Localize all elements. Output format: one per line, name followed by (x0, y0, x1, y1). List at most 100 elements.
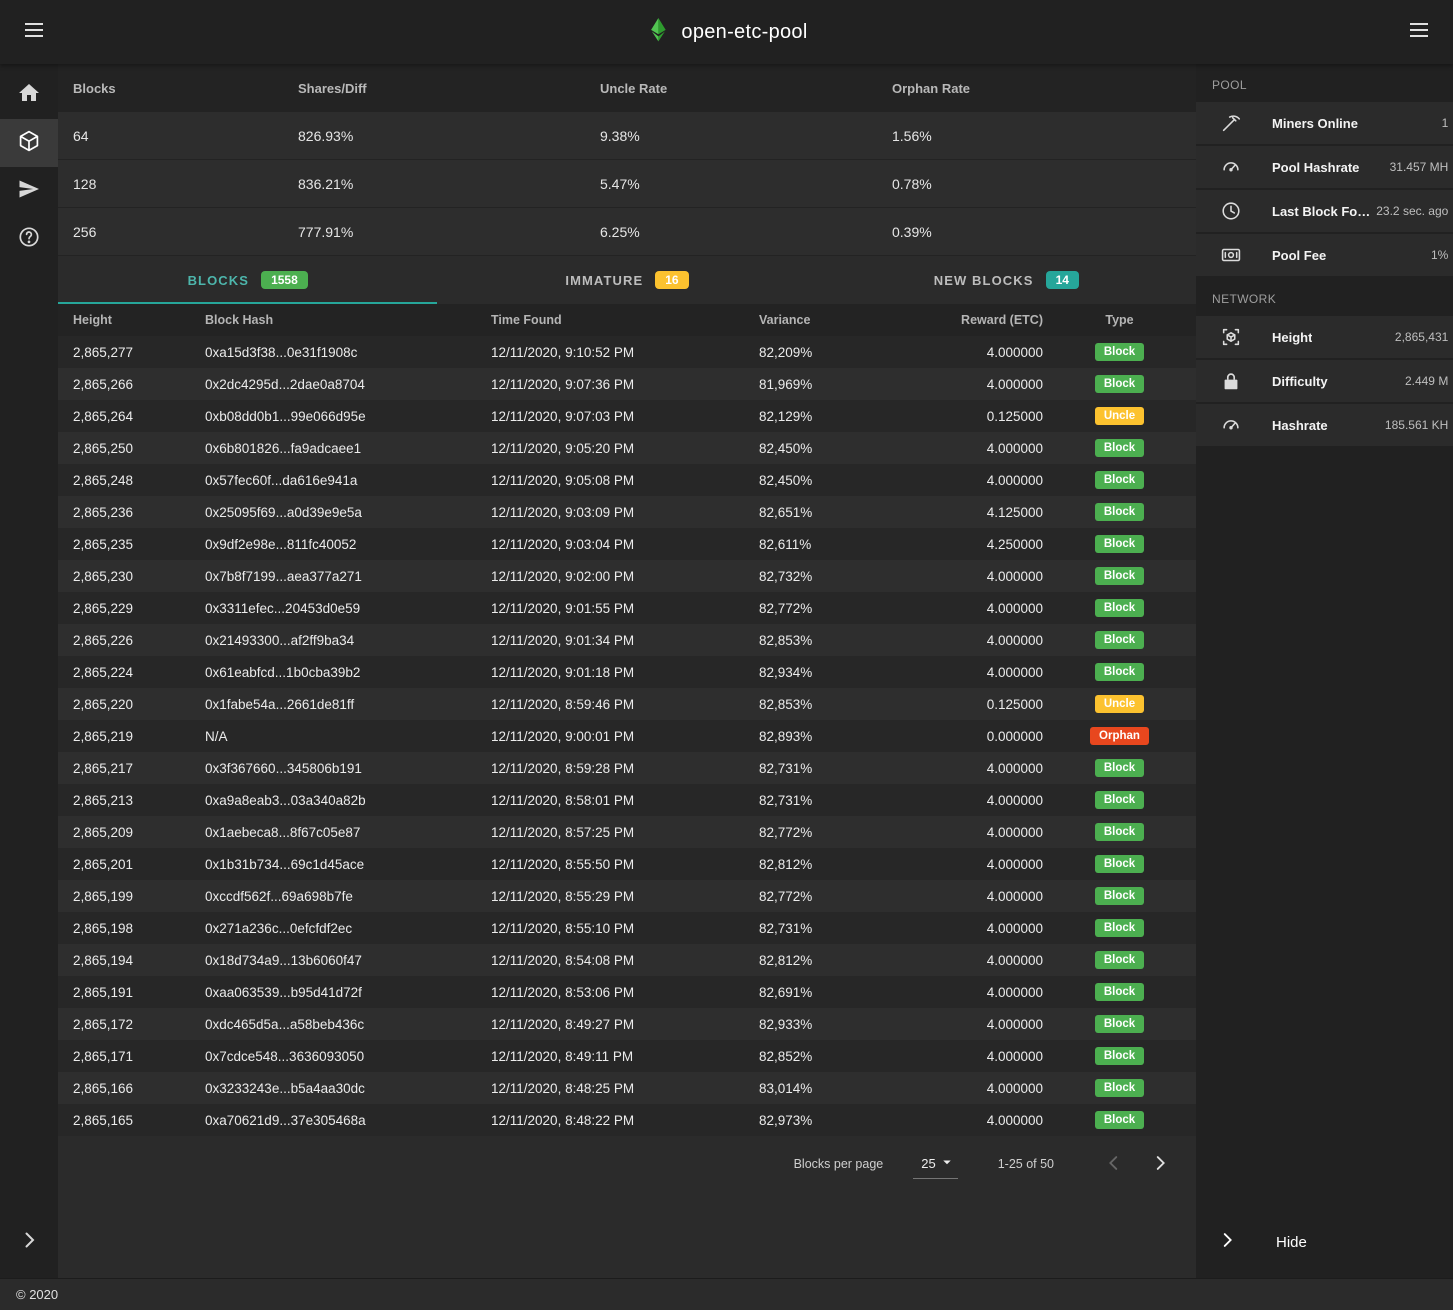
block-height-cell: 2,865,224 (73, 665, 205, 680)
block-hash-cell[interactable]: 0xdc465d5a...a58beb436c (205, 1017, 491, 1032)
block-height-cell: 2,865,250 (73, 441, 205, 456)
block-row[interactable]: 2,865,198 0x271a236c...0efcfdf2ec 12/11/… (58, 912, 1196, 944)
block-hash-cell[interactable]: 0xb08dd0b1...99e066d95e (205, 409, 491, 424)
time-found-cell: 12/11/2020, 8:55:10 PM (491, 921, 759, 936)
col-reward: Reward (ETC) (919, 313, 1043, 327)
block-row[interactable]: 2,865,201 0x1b31b734...69c1d45ace 12/11/… (58, 848, 1196, 880)
block-hash-cell[interactable]: 0x25095f69...a0d39e9e5a (205, 505, 491, 520)
block-row[interactable]: 2,865,248 0x57fec60f...da616e941a 12/11/… (58, 464, 1196, 496)
nav-expand-button[interactable] (0, 1218, 58, 1266)
tab-blocks[interactable]: BLOCKS 1558 (58, 256, 437, 304)
block-hash-cell[interactable]: 0x57fec60f...da616e941a (205, 473, 491, 488)
menu-button-right[interactable] (1399, 12, 1439, 52)
block-hash-cell[interactable]: 0x2dc4295d...2dae0a8704 (205, 377, 491, 392)
block-row[interactable]: 2,865,171 0x7cdce548...3636093050 12/11/… (58, 1040, 1196, 1072)
reward-cell: 4.125000 (919, 505, 1043, 520)
stat-network-difficulty: Difficulty 2.449 M (1196, 360, 1453, 404)
menu-button-left[interactable] (14, 12, 54, 52)
blocks-count-badge: 1558 (261, 271, 308, 289)
block-hash-cell[interactable]: 0x1aebeca8...8f67c05e87 (205, 825, 491, 840)
block-hash-cell[interactable]: 0x3233243e...b5a4aa30dc (205, 1081, 491, 1096)
block-row[interactable]: 2,865,166 0x3233243e...b5a4aa30dc 12/11/… (58, 1072, 1196, 1104)
stat-value: 1 (1436, 116, 1449, 130)
variance-cell: 82,129% (759, 409, 919, 424)
block-hash-cell[interactable]: 0x1fabe54a...2661de81ff (205, 697, 491, 712)
nav-blocks[interactable] (0, 119, 58, 167)
block-row[interactable]: 2,865,199 0xccdf562f...69a698b7fe 12/11/… (58, 880, 1196, 912)
type-cell: Block (1043, 599, 1196, 617)
block-hash-cell[interactable]: 0x3f367660...345806b191 (205, 761, 491, 776)
nav-home[interactable] (0, 71, 58, 119)
reward-cell: 4.000000 (919, 633, 1043, 648)
block-row[interactable]: 2,865,264 0xb08dd0b1...99e066d95e 12/11/… (58, 400, 1196, 432)
next-page-button[interactable] (1142, 1146, 1178, 1182)
tab-immature[interactable]: IMMATURE 16 (437, 256, 816, 304)
tab-immature-label: IMMATURE (565, 273, 643, 288)
luck-stats-row: 256 777.91% 6.25% 0.39% (58, 208, 1196, 256)
block-row[interactable]: 2,865,229 0x3311efec...20453d0e59 12/11/… (58, 592, 1196, 624)
block-hash-cell[interactable]: 0x21493300...af2ff9ba34 (205, 633, 491, 648)
reward-cell: 4.000000 (919, 921, 1043, 936)
type-cell: Block (1043, 1015, 1196, 1033)
type-cell: Block (1043, 631, 1196, 649)
block-hash-cell[interactable]: 0xa15d3f38...0e31f1908c (205, 345, 491, 360)
block-row[interactable]: 2,865,220 0x1fabe54a...2661de81ff 12/11/… (58, 688, 1196, 720)
stat-label: Pool Fee (1272, 248, 1326, 263)
block-hash-cell[interactable]: 0x6b801826...fa9adcaee1 (205, 441, 491, 456)
block-row[interactable]: 2,865,266 0x2dc4295d...2dae0a8704 12/11/… (58, 368, 1196, 400)
block-row[interactable]: 2,865,194 0x18d734a9...13b6060f47 12/11/… (58, 944, 1196, 976)
type-cell: Block (1043, 855, 1196, 873)
block-row[interactable]: 2,865,226 0x21493300...af2ff9ba34 12/11/… (58, 624, 1196, 656)
block-hash-cell[interactable]: 0xa9a8eab3...03a340a82b (205, 793, 491, 808)
block-hash-cell[interactable]: 0xa70621d9...37e305468a (205, 1113, 491, 1128)
nav-help[interactable] (0, 215, 58, 263)
variance-cell: 82,934% (759, 665, 919, 680)
block-row[interactable]: 2,865,230 0x7b8f7199...aea377a271 12/11/… (58, 560, 1196, 592)
prev-page-button[interactable] (1096, 1146, 1132, 1182)
block-hash-cell[interactable]: 0xaa063539...b95d41d72f (205, 985, 491, 1000)
blocks-cell: 128 (73, 176, 298, 192)
stat-label: Difficulty (1272, 374, 1328, 389)
block-hash-cell[interactable]: 0x271a236c...0efcfdf2ec (205, 921, 491, 936)
type-badge: Uncle (1095, 695, 1144, 713)
block-row[interactable]: 2,865,191 0xaa063539...b95d41d72f 12/11/… (58, 976, 1196, 1008)
top-app-bar: open-etc-pool (0, 0, 1453, 64)
block-row[interactable]: 2,865,277 0xa15d3f38...0e31f1908c 12/11/… (58, 336, 1196, 368)
block-hash-cell[interactable]: 0x3311efec...20453d0e59 (205, 601, 491, 616)
block-hash-cell[interactable]: 0x61eabfcd...1b0cba39b2 (205, 665, 491, 680)
block-row[interactable]: 2,865,250 0x6b801826...fa9adcaee1 12/11/… (58, 432, 1196, 464)
block-hash-cell[interactable]: 0x1b31b734...69c1d45ace (205, 857, 491, 872)
block-row[interactable]: 2,865,172 0xdc465d5a...a58beb436c 12/11/… (58, 1008, 1196, 1040)
col-type: Type (1043, 313, 1196, 327)
nav-payments[interactable] (0, 167, 58, 215)
chevron-right-icon (1149, 1152, 1171, 1177)
hide-panel-button[interactable]: Hide (1196, 1218, 1453, 1266)
block-height-cell: 2,865,229 (73, 601, 205, 616)
block-hash-cell[interactable]: N/A (205, 729, 491, 744)
block-hash-cell[interactable]: 0xccdf562f...69a698b7fe (205, 889, 491, 904)
tab-new-blocks[interactable]: NEW BLOCKS 14 (817, 256, 1196, 304)
reward-cell: 4.000000 (919, 441, 1043, 456)
block-hash-cell[interactable]: 0x7cdce548...3636093050 (205, 1049, 491, 1064)
per-page-select[interactable]: 25 (913, 1150, 957, 1179)
block-hash-cell[interactable]: 0x7b8f7199...aea377a271 (205, 569, 491, 584)
reward-cell: 4.000000 (919, 377, 1043, 392)
block-row[interactable]: 2,865,236 0x25095f69...a0d39e9e5a 12/11/… (58, 496, 1196, 528)
block-hash-cell[interactable]: 0x9df2e98e...811fc40052 (205, 537, 491, 552)
variance-cell: 82,209% (759, 345, 919, 360)
reward-cell: 4.000000 (919, 473, 1043, 488)
block-row[interactable]: 2,865,224 0x61eabfcd...1b0cba39b2 12/11/… (58, 656, 1196, 688)
block-row[interactable]: 2,865,213 0xa9a8eab3...03a340a82b 12/11/… (58, 784, 1196, 816)
luck-stats-row: 128 836.21% 5.47% 0.78% (58, 160, 1196, 208)
block-row[interactable]: 2,865,219 N/A 12/11/2020, 9:00:01 PM 82,… (58, 720, 1196, 752)
type-badge: Block (1095, 439, 1144, 457)
block-row[interactable]: 2,865,209 0x1aebeca8...8f67c05e87 12/11/… (58, 816, 1196, 848)
block-row[interactable]: 2,865,235 0x9df2e98e...811fc40052 12/11/… (58, 528, 1196, 560)
block-row[interactable]: 2,865,165 0xa70621d9...37e305468a 12/11/… (58, 1104, 1196, 1136)
type-cell: Block (1043, 1079, 1196, 1097)
block-row[interactable]: 2,865,217 0x3f367660...345806b191 12/11/… (58, 752, 1196, 784)
time-found-cell: 12/11/2020, 9:07:36 PM (491, 377, 759, 392)
block-hash-cell[interactable]: 0x18d734a9...13b6060f47 (205, 953, 491, 968)
payment-icon (1220, 244, 1242, 266)
page-range-text: 1-25 of 50 (998, 1157, 1054, 1171)
